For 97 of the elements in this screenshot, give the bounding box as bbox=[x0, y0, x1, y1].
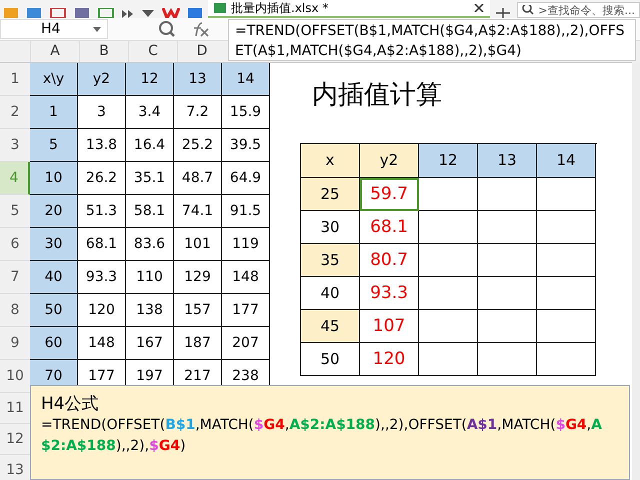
column-header[interactable]: A bbox=[30, 41, 79, 62]
empty-cell[interactable] bbox=[419, 277, 478, 310]
table-cell: 25.2 bbox=[174, 129, 222, 162]
table-cell[interactable]: 80.7 bbox=[360, 244, 419, 277]
empty-cell[interactable] bbox=[537, 343, 596, 376]
table-cell: 83.6 bbox=[126, 228, 174, 261]
table-cell: 148 bbox=[222, 261, 270, 294]
table-cell[interactable]: 68.1 bbox=[360, 211, 419, 244]
table-cell: 10 bbox=[30, 162, 78, 195]
table-cell: 93.3 bbox=[78, 261, 126, 294]
vertical-scrollbar[interactable] bbox=[632, 62, 640, 480]
table-cell: 148 bbox=[78, 327, 126, 360]
empty-cell[interactable] bbox=[537, 211, 596, 244]
header-cell: 12 bbox=[126, 63, 174, 96]
sheet-title: 内插值计算 bbox=[311, 79, 443, 112]
note-title: H4公式 bbox=[41, 393, 100, 415]
table-cell: 167 bbox=[126, 327, 174, 360]
header-cell: y2 bbox=[78, 63, 126, 96]
table-cell: 30 bbox=[30, 228, 78, 261]
empty-cell[interactable] bbox=[478, 343, 537, 376]
add-tab-icon[interactable] bbox=[496, 8, 510, 18]
empty-cell[interactable] bbox=[478, 211, 537, 244]
table-cell: 3 bbox=[78, 96, 126, 129]
formula-text: =TREND(OFFSET(B$1,MATCH($G4,A$2:A$188),,2),OFFSET(A$1,MATCH($G4,A$2:A$188),,2),$G4) bbox=[41, 416, 603, 456]
header-cell: 13 bbox=[478, 144, 537, 178]
table-cell[interactable]: 107 bbox=[360, 310, 419, 343]
table-cell: 58.1 bbox=[126, 195, 174, 228]
table-cell: 187 bbox=[174, 327, 222, 360]
table-cell: 48.7 bbox=[174, 162, 222, 195]
table-cell: 157 bbox=[174, 294, 222, 327]
empty-cell[interactable] bbox=[419, 310, 478, 343]
header-cell: y2 bbox=[360, 144, 419, 178]
table-cell: 110 bbox=[126, 261, 174, 294]
empty-cell[interactable] bbox=[478, 277, 537, 310]
zoom-icon[interactable] bbox=[158, 20, 176, 38]
empty-cell[interactable] bbox=[478, 310, 537, 343]
empty-cell[interactable] bbox=[537, 244, 596, 277]
table-cell: 25 bbox=[301, 178, 360, 211]
header-cell: 14 bbox=[537, 144, 596, 178]
table-cell[interactable]: 120 bbox=[360, 343, 419, 376]
table-cell[interactable]: 93.3 bbox=[360, 277, 419, 310]
table-cell: 7.2 bbox=[174, 96, 222, 129]
table-cell: 35 bbox=[301, 244, 360, 277]
column-header[interactable]: C bbox=[128, 41, 177, 62]
table-cell: 20 bbox=[30, 195, 78, 228]
table-cell: 129 bbox=[174, 261, 222, 294]
header-cell: 14 bbox=[222, 63, 270, 96]
empty-cell[interactable] bbox=[537, 178, 596, 211]
empty-cell[interactable] bbox=[419, 178, 478, 211]
table-cell: 39.5 bbox=[222, 129, 270, 162]
table-cell: 16.4 bbox=[126, 129, 174, 162]
tab-title: 批量内插值.xlsx * bbox=[231, 1, 330, 15]
table-cell: 119 bbox=[222, 228, 270, 261]
table-cell: 50 bbox=[30, 294, 78, 327]
column-header[interactable]: D bbox=[177, 41, 226, 62]
empty-cell[interactable] bbox=[537, 277, 596, 310]
header-cell: 13 bbox=[174, 63, 222, 96]
table-cell[interactable]: 59.7 bbox=[360, 178, 419, 211]
table-cell: 91.5 bbox=[222, 195, 270, 228]
table-cell: 68.1 bbox=[78, 228, 126, 261]
table-cell: 26.2 bbox=[78, 162, 126, 195]
table-cell: 1 bbox=[30, 96, 78, 129]
table-cell: 50 bbox=[301, 343, 360, 376]
header-cell: x bbox=[301, 144, 360, 178]
table-cell: 35.1 bbox=[126, 162, 174, 195]
table-cell: 40 bbox=[30, 261, 78, 294]
table-cell: 207 bbox=[222, 327, 270, 360]
empty-cell[interactable] bbox=[478, 244, 537, 277]
name-box[interactable]: H4 bbox=[0, 19, 108, 39]
table-cell: 60 bbox=[30, 327, 78, 360]
caret-icon bbox=[93, 26, 101, 32]
table-cell: 138 bbox=[126, 294, 174, 327]
table-cell: 74.1 bbox=[174, 195, 222, 228]
column-header[interactable]: B bbox=[79, 41, 128, 62]
table-cell: 64.9 bbox=[222, 162, 270, 195]
empty-cell[interactable] bbox=[419, 343, 478, 376]
search-field[interactable]: >查找命令、搜索... bbox=[517, 2, 640, 18]
table-cell: 177 bbox=[222, 294, 270, 327]
empty-cell[interactable] bbox=[478, 178, 537, 211]
empty-cell[interactable] bbox=[537, 310, 596, 343]
table-cell: 5 bbox=[30, 129, 78, 162]
formula-field[interactable]: =TREND(OFFSET(B$1,MATCH($G4,A$2:A$188),,2),OFFSET(A$1,MATCH($G4,A$2:A$188),,2),$G4) bbox=[228, 19, 636, 61]
table-cell: 51.3 bbox=[78, 195, 126, 228]
close-icon[interactable] bbox=[474, 4, 484, 12]
table-cell: 45 bbox=[301, 310, 360, 343]
search-icon bbox=[522, 5, 534, 15]
wps-logo-icon[interactable] bbox=[162, 8, 180, 18]
table-cell: 13.8 bbox=[78, 129, 126, 162]
empty-cell[interactable] bbox=[419, 244, 478, 277]
table-cell: 3.4 bbox=[126, 96, 174, 129]
header-cell: 12 bbox=[419, 144, 478, 178]
table-cell: 101 bbox=[174, 228, 222, 261]
header-cell: x\y bbox=[30, 63, 78, 96]
empty-cell[interactable] bbox=[419, 211, 478, 244]
document-tab[interactable]: 批量内插值.xlsx * bbox=[208, 0, 490, 18]
table-cell: 120 bbox=[78, 294, 126, 327]
table-cell: 15.9 bbox=[222, 96, 270, 129]
